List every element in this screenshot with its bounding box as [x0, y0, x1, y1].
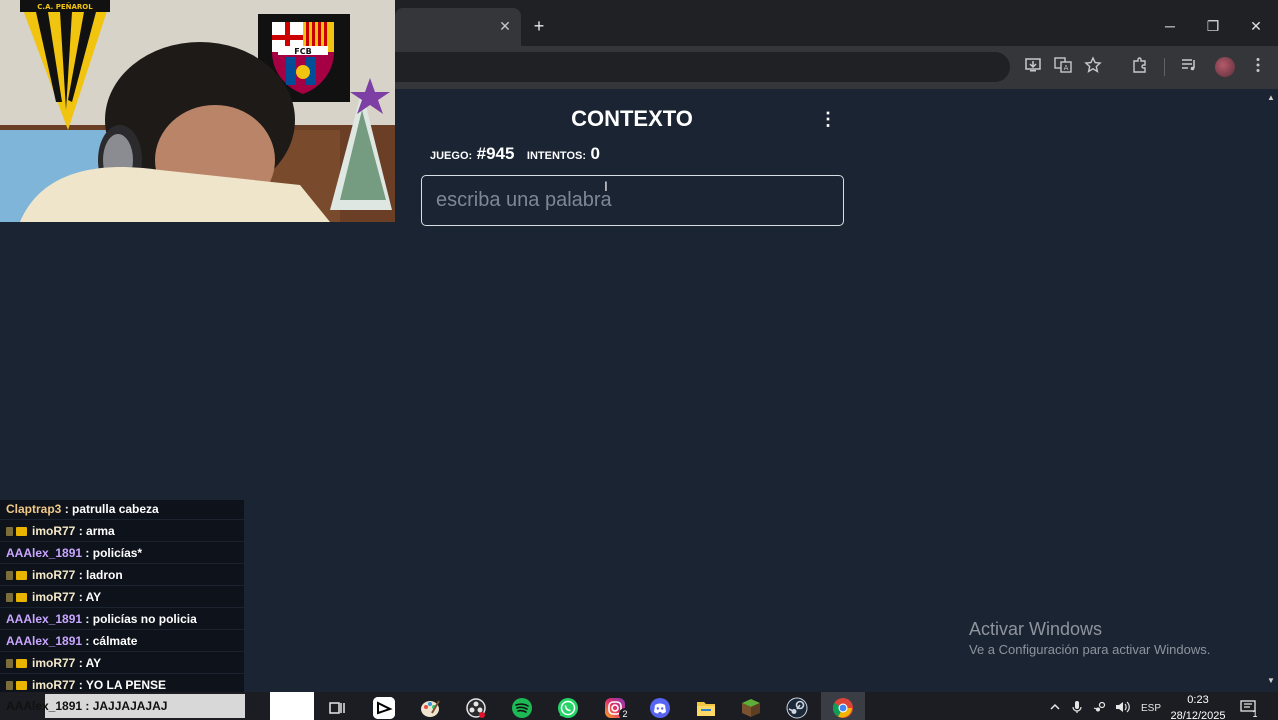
chat-separator: : — [82, 546, 93, 560]
screen: ✕ + ─ ❐ ✕ A ▲ ▼ CONTEXTO ⋮ JUEGO: #945 I… — [0, 0, 1278, 720]
crown-badge-icon — [16, 527, 27, 536]
subscriber-badge-icon — [6, 593, 13, 602]
language-indicator[interactable]: ESP — [1138, 700, 1164, 718]
microphone-icon[interactable] — [1070, 700, 1084, 719]
chat-separator: : — [75, 656, 86, 670]
chat-username[interactable]: imoR77 — [32, 568, 75, 582]
chat-message: imoR77 : AY — [0, 587, 244, 608]
pennant-text: C.A. PEÑAROL — [37, 2, 93, 11]
chat-text: policías* — [92, 546, 143, 560]
capcut-icon[interactable] — [373, 697, 395, 719]
discord-icon[interactable] — [649, 697, 671, 719]
chat-text: arma — [86, 524, 115, 538]
chat-username[interactable]: AAAlex_1891 — [6, 612, 82, 626]
chat-text: AY — [85, 590, 102, 604]
clock-time[interactable]: 0:23 — [1172, 693, 1224, 707]
subscriber-badge-icon — [6, 527, 13, 536]
more-icon[interactable] — [1247, 56, 1269, 78]
attempts-label: INTENTOS: — [526, 150, 586, 162]
chat-separator: : — [75, 524, 87, 538]
page-title: CONTEXTO — [571, 106, 693, 131]
media-icon[interactable] — [1178, 56, 1200, 78]
windows-activation-title: Activar Windows — [969, 619, 1103, 639]
chat-separator: : — [61, 502, 73, 516]
profile-avatar[interactable] — [1215, 57, 1235, 77]
tab-close-icon[interactable]: ✕ — [497, 18, 513, 34]
chrome-icon[interactable] — [832, 697, 854, 719]
volume-icon[interactable] — [1114, 700, 1132, 719]
chat-text: cálmate — [92, 634, 138, 648]
chat-username[interactable]: imoR77 — [32, 678, 75, 692]
chat-separator: : — [75, 590, 86, 604]
chat-text: YO LA PENSE — [85, 678, 167, 692]
chat-separator: : — [75, 678, 86, 692]
tray-overflow-icon[interactable] — [1048, 700, 1062, 718]
chat-message: imoR77 : AY — [0, 653, 244, 674]
page-scrollbar[interactable] — [1264, 89, 1278, 692]
toolbar-separator — [1164, 58, 1165, 76]
new-tab-button[interactable]: + — [530, 17, 548, 35]
subscriber-badge-icon — [6, 659, 13, 668]
chat-text: patrulla cabeza — [72, 502, 159, 516]
svg-text:A: A — [1064, 64, 1069, 72]
chat-message: AAAlex_1891 : policías no policia — [0, 609, 244, 630]
kebab-menu-icon[interactable]: ⋮ — [818, 108, 838, 130]
crown-badge-icon — [16, 659, 27, 668]
game-number: #945 — [476, 144, 515, 163]
file-explorer-icon[interactable] — [695, 697, 717, 719]
minimize-button[interactable]: ─ — [1160, 16, 1180, 36]
instagram-badge: 2 — [619, 708, 631, 720]
install-icon[interactable] — [1022, 56, 1044, 78]
spotify-icon[interactable] — [511, 697, 533, 719]
chat-text: policías no policia — [92, 612, 197, 626]
paint-icon[interactable] — [419, 697, 441, 719]
windows-activation-subtitle: Ve a Configuración para activar Windows. — [969, 642, 1211, 657]
scroll-down-icon[interactable]: ▼ — [1266, 676, 1276, 686]
chat-text: ladron — [86, 568, 123, 582]
obs-icon[interactable] — [465, 697, 487, 719]
attempts-count: 0 — [590, 144, 600, 163]
restore-button[interactable]: ❐ — [1203, 16, 1223, 36]
extensions-icon[interactable] — [1129, 56, 1151, 78]
chat-message: Claptrap3 : patrulla cabeza — [0, 499, 244, 520]
chat-username[interactable]: imoR77 — [32, 524, 75, 538]
chat-username[interactable]: imoR77 — [32, 656, 75, 670]
star-icon[interactable] — [1082, 56, 1104, 78]
webcam-overlay: C.A. PEÑAROL FCB — [0, 0, 395, 222]
clock-date[interactable]: 28/12/2025 — [1168, 709, 1228, 720]
minecraft-icon[interactable] — [740, 697, 762, 719]
translate-icon[interactable]: A — [1052, 56, 1074, 78]
subscriber-badge-icon — [6, 681, 13, 690]
chat-text: AY — [85, 656, 102, 670]
chat-separator: : — [82, 612, 93, 626]
chat-username[interactable]: AAAlex_1891 — [6, 546, 82, 560]
cortana-box[interactable] — [270, 692, 314, 720]
crown-badge-icon — [16, 593, 27, 602]
chat-message: AAAlex_1891 : cálmate — [0, 631, 244, 652]
game-number-label: JUEGO: — [430, 150, 473, 162]
task-view-icon[interactable] — [326, 697, 348, 719]
word-input[interactable] — [421, 175, 844, 226]
whatsapp-icon[interactable] — [557, 697, 579, 719]
chat-message: AAAlex_1891 : policías* — [0, 543, 244, 564]
chat-username[interactable]: AAAlex_1891 — [6, 634, 82, 648]
close-window-button[interactable]: ✕ — [1246, 16, 1266, 36]
notification-badge: 1 — [1252, 709, 1258, 719]
scroll-up-icon[interactable]: ▲ — [1266, 93, 1276, 103]
crown-badge-icon — [16, 681, 27, 690]
steam-icon[interactable] — [786, 697, 808, 719]
chat-message: imoR77 : arma — [0, 521, 244, 542]
chat-username[interactable]: Claptrap3 — [6, 502, 61, 516]
game-info: JUEGO: #945 INTENTOS: 0 — [430, 144, 608, 166]
text-cursor-icon: I — [604, 178, 608, 194]
subscriber-badge-icon — [6, 571, 13, 580]
steam-tray-icon[interactable] — [1092, 700, 1108, 719]
chat-separator: : — [75, 568, 87, 582]
chat-last-message: AAAlex_1891 : JAJJAJAJAJ — [6, 699, 168, 713]
chat-message: imoR77 : ladron — [0, 565, 244, 586]
chat-separator: : — [82, 634, 93, 648]
crown-badge-icon — [16, 571, 27, 580]
chat-username[interactable]: imoR77 — [32, 590, 75, 604]
crest-text: FCB — [294, 47, 311, 56]
